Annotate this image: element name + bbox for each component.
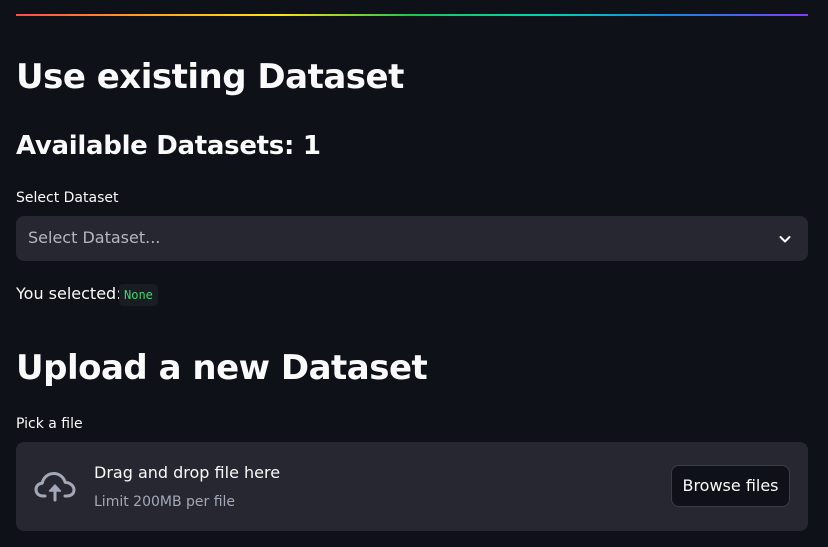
dataset-select[interactable]: Select Dataset... bbox=[16, 216, 808, 261]
dropzone-size-limit: Limit 200MB per file bbox=[94, 494, 236, 510]
header-rainbow-divider bbox=[16, 14, 808, 16]
existing-dataset-title: Use existing Dataset bbox=[16, 57, 404, 97]
selected-value-code: None bbox=[119, 284, 158, 306]
available-datasets-heading: Available Datasets: 1 bbox=[16, 131, 321, 161]
selection-status-label: You selected: bbox=[16, 284, 122, 303]
dropzone-instructions: Drag and drop file here bbox=[94, 463, 281, 482]
app-page: Use existing Dataset Available Datasets:… bbox=[0, 0, 828, 547]
dataset-select-placeholder: Select Dataset... bbox=[28, 228, 161, 247]
chevron-down-icon[interactable] bbox=[777, 231, 793, 247]
file-dropzone[interactable]: Drag and drop file here Limit 200MB per … bbox=[16, 442, 808, 531]
cloud-upload-icon bbox=[34, 472, 76, 502]
browse-files-button[interactable]: Browse files bbox=[671, 465, 790, 507]
select-dataset-label: Select Dataset bbox=[16, 190, 119, 206]
upload-dataset-title: Upload a new Dataset bbox=[16, 348, 428, 388]
pick-file-label: Pick a file bbox=[16, 416, 83, 432]
